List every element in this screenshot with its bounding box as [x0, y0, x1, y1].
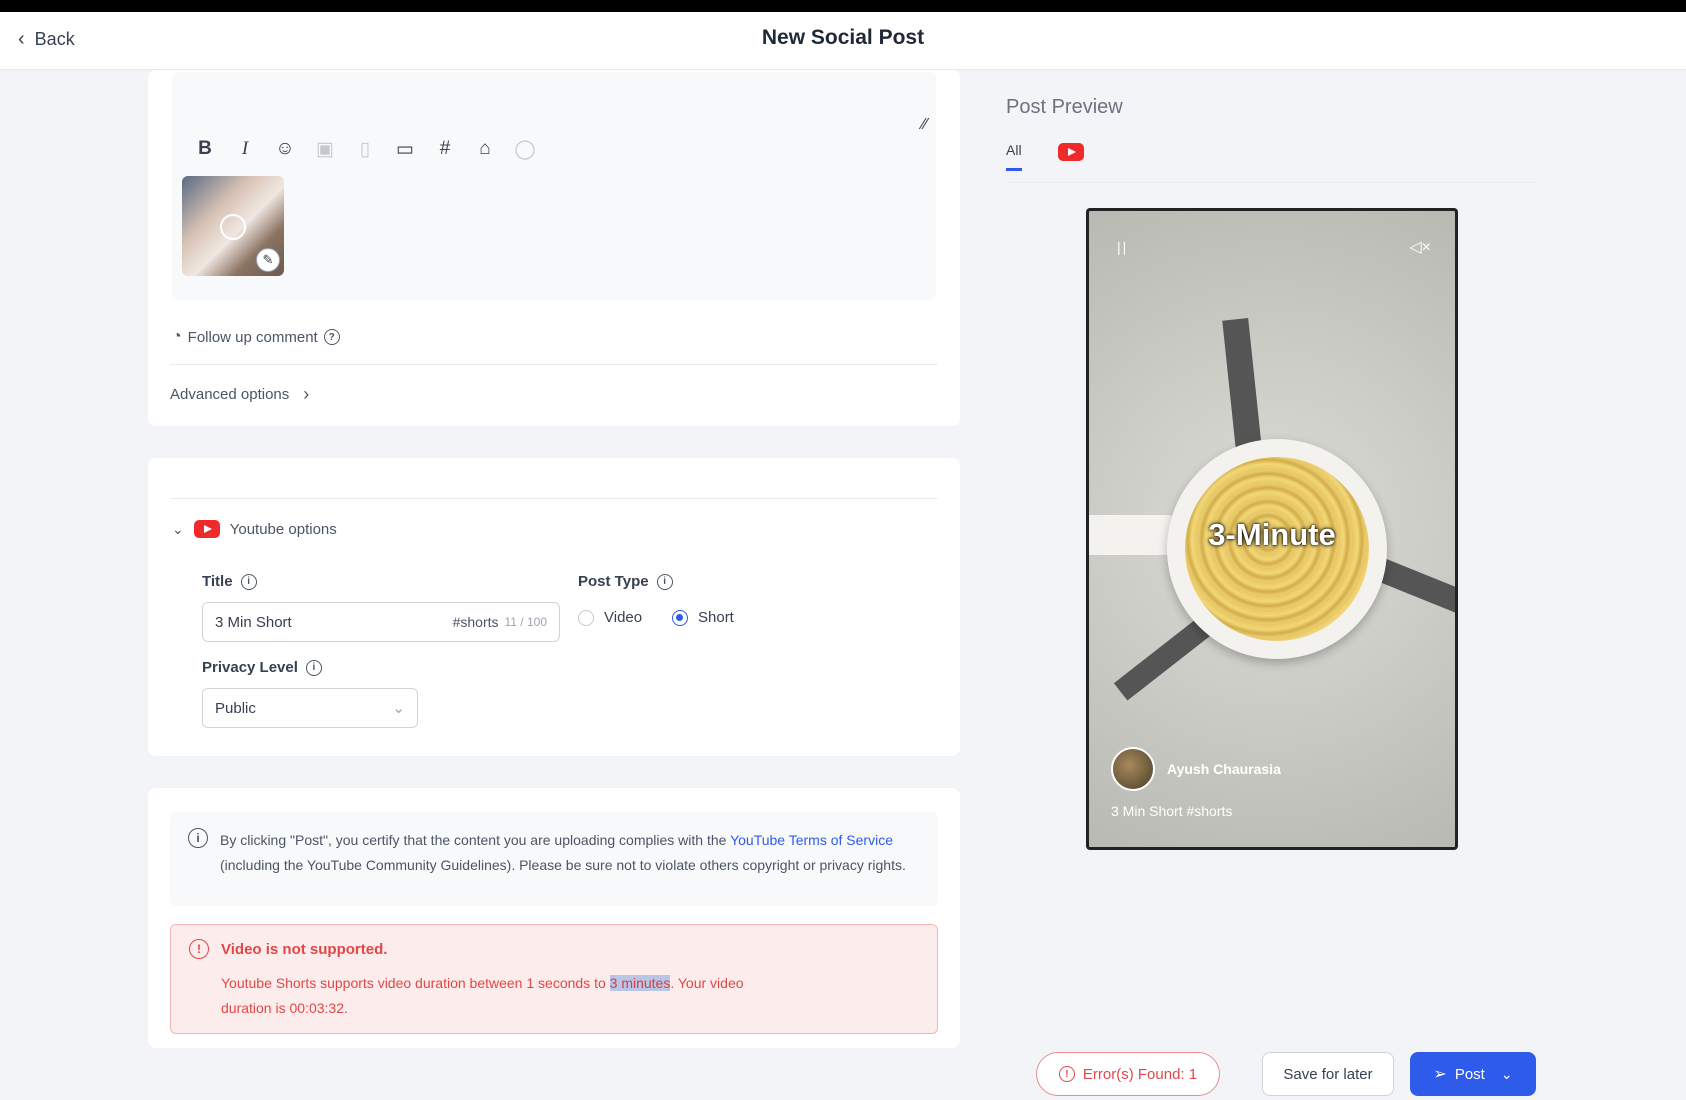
- info-icon[interactable]: i: [305, 659, 322, 676]
- privacy-select[interactable]: Public ⌄: [202, 688, 418, 728]
- advanced-options[interactable]: Advanced options ›: [170, 384, 309, 405]
- privacy-value: Public: [215, 699, 256, 717]
- post-button[interactable]: ➢ Post ⌄: [1410, 1052, 1536, 1096]
- radio-video[interactable]: [578, 609, 594, 626]
- video-caption: 3 Min Short #shorts: [1111, 803, 1233, 819]
- italic-icon[interactable]: I: [234, 138, 256, 160]
- error-highlight: 3 minutes: [609, 975, 671, 991]
- privacy-level-label: Privacy Level i: [202, 659, 322, 676]
- tab-youtube-icon[interactable]: [1057, 142, 1084, 161]
- preview-title: Post Preview: [1006, 96, 1123, 118]
- post-type-short[interactable]: Short: [672, 609, 734, 626]
- image-icon[interactable]: ▣: [314, 138, 336, 160]
- terms-text: By clicking "Post", you certify that the…: [220, 828, 910, 878]
- decor-bar: [1113, 615, 1215, 701]
- info-icon[interactable]: i: [656, 573, 673, 590]
- video-overlay-text: 3-Minute: [1208, 517, 1336, 552]
- youtube-options-label: Youtube options: [229, 520, 337, 538]
- title-value: 3 Min Short: [215, 613, 292, 631]
- title-input[interactable]: 3 Min Short #shorts 11 / 100: [202, 602, 560, 642]
- bold-icon[interactable]: B: [194, 138, 216, 160]
- alert-icon: !: [1058, 1066, 1075, 1082]
- error-text: Youtube Shorts supports video duration b…: [221, 971, 911, 1021]
- errors-found-label: Error(s) Found: 1: [1082, 1065, 1198, 1083]
- video-icon[interactable]: ▭: [394, 138, 416, 160]
- alert-icon: !: [189, 939, 209, 959]
- terms-notice: i By clicking "Post", you certify that t…: [170, 812, 938, 906]
- terms-link[interactable]: YouTube Terms of Service: [730, 832, 893, 848]
- resize-handle-icon[interactable]: ⁄⁄: [922, 116, 927, 134]
- divider: [170, 498, 938, 499]
- editor-toolbar: B I ☺ ▣ ▯ ▭ # ⌂ ◯: [194, 138, 536, 160]
- video-option-label: Video: [604, 609, 643, 626]
- avatar: [1111, 747, 1155, 791]
- short-option-label: Short: [698, 609, 734, 626]
- user-icon[interactable]: ◯: [514, 138, 536, 160]
- chevron-down-icon: ⌄: [172, 520, 184, 537]
- error-text-middle: . Your video: [670, 975, 744, 991]
- pause-icon[interactable]: ||: [1117, 239, 1128, 255]
- send-icon: ➢: [1433, 1066, 1447, 1083]
- youtube-options-toggle[interactable]: ⌄ Youtube options: [172, 520, 337, 538]
- emoji-icon[interactable]: ☺: [274, 138, 296, 160]
- help-icon[interactable]: ?: [323, 329, 340, 345]
- post-editor[interactable]: [172, 72, 936, 300]
- video-thumbnail[interactable]: ✎: [182, 176, 284, 276]
- info-icon[interactable]: i: [240, 573, 257, 590]
- title-label: Title i: [202, 573, 257, 590]
- terms-text-start: By clicking "Post", you certify that the…: [220, 832, 727, 848]
- save-for-later-button[interactable]: Save for later: [1262, 1052, 1394, 1096]
- radio-short[interactable]: [672, 609, 688, 626]
- tab-all[interactable]: All: [1006, 142, 1022, 171]
- follow-up-comment[interactable]: ◔ Follow up comment ?: [172, 328, 340, 346]
- mute-icon[interactable]: ◁×: [1409, 237, 1431, 257]
- error-title: Video is not supported.: [221, 941, 388, 958]
- author-name: Ayush Chaurasia: [1167, 761, 1281, 777]
- preview-tabs: All: [1006, 142, 1084, 171]
- chevron-right-icon: ›: [303, 384, 310, 404]
- save-label: Save for later: [1283, 1065, 1373, 1083]
- post-type-label: Post Type i: [578, 573, 673, 590]
- error-text-start: Youtube Shorts supports video duration b…: [221, 975, 606, 991]
- info-icon: i: [188, 828, 208, 848]
- pencil-icon[interactable]: ✎: [256, 248, 280, 272]
- play-icon: [220, 214, 246, 240]
- app-window: ‹ Back New Social Post ⁄⁄ B I ☺ ▣ ▯ ▭ # …: [0, 12, 1686, 1100]
- title-hashtag: #shorts: [452, 614, 499, 630]
- comment-icon: ◔: [172, 328, 182, 345]
- document-icon[interactable]: ▯: [354, 138, 376, 160]
- page-title: New Social Post: [761, 26, 925, 49]
- hashtag-icon[interactable]: #: [434, 138, 456, 160]
- top-bar: ‹ Back New Social Post: [0, 12, 1686, 70]
- error-text-end: duration is 00:03:32.: [221, 1000, 348, 1016]
- divider: [170, 364, 938, 365]
- post-label: Post: [1454, 1065, 1485, 1083]
- advanced-label: Advanced options: [170, 386, 290, 403]
- decor-bar: [1222, 317, 1262, 451]
- tag-icon[interactable]: ⌂: [474, 138, 496, 160]
- follow-up-label: Follow up comment: [187, 328, 318, 346]
- terms-text-end: not to violate others copyright or priva…: [616, 857, 906, 873]
- post-type-video[interactable]: Video: [578, 609, 642, 626]
- post-type-label-text: Post Type: [578, 573, 649, 590]
- tab-underline: [1006, 182, 1536, 183]
- title-label-text: Title: [202, 573, 233, 590]
- chevron-down-icon[interactable]: ⌄: [1501, 1066, 1513, 1083]
- terms-text-middle: (including the YouTube Community Guideli…: [220, 857, 613, 873]
- youtube-icon: [193, 520, 220, 538]
- chevron-down-icon: ⌄: [392, 700, 405, 717]
- char-count: 11 / 100: [504, 615, 547, 629]
- errors-found-button[interactable]: ! Error(s) Found: 1: [1036, 1052, 1220, 1096]
- privacy-label-text: Privacy Level: [202, 659, 298, 676]
- video-preview: || ◁× 3-Minute Ayush Chaurasia 3 Min Sho…: [1086, 208, 1458, 850]
- error-alert: ! Video is not supported. Youtube Shorts…: [170, 924, 938, 1034]
